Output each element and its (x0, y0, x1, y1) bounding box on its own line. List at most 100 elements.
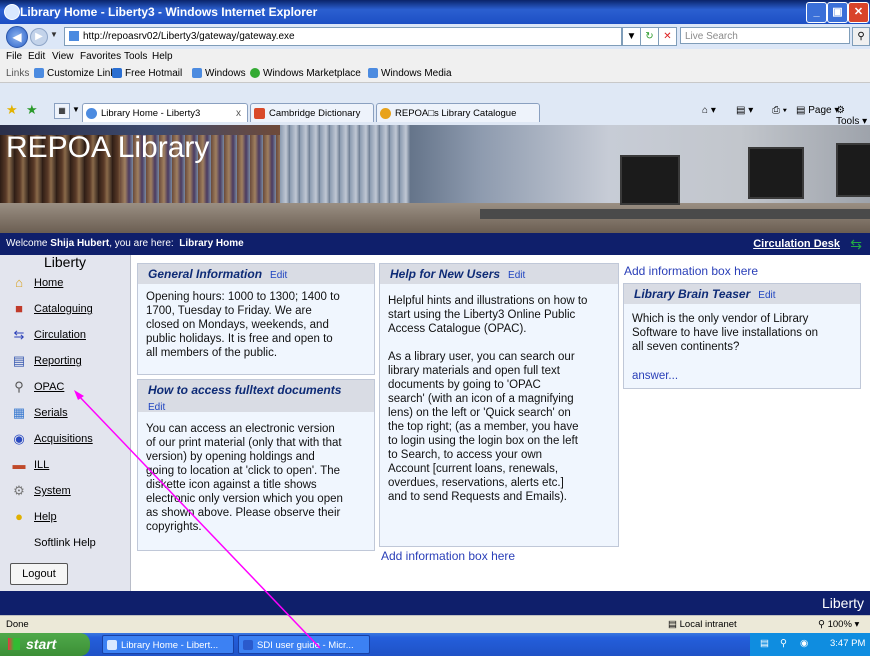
library-banner: REPOA Library (0, 125, 870, 233)
home-icon: ⌂ (15, 275, 23, 290)
sidebar-item-circulation[interactable]: ⇆ Circulation (0, 325, 130, 347)
back-button[interactable]: ◀ (6, 26, 28, 48)
menu-favorites[interactable]: Favorites (80, 51, 121, 62)
history-dropdown-icon[interactable]: ▼ (50, 30, 58, 39)
windows-taskbar: start Library Home - Libert... SDI user … (0, 633, 870, 656)
tab-bar: ★ ★ ▦ ▼ Library Home - Liberty3 x Cambri… (0, 83, 870, 138)
catalogue-icon (380, 108, 391, 119)
sidebar-item-acquisitions[interactable]: ◉ Acquisitions (0, 429, 130, 451)
close-tab-icon[interactable]: x (236, 104, 241, 123)
ie-page-icon (368, 68, 378, 79)
live-search-input[interactable]: Live Search (680, 27, 850, 44)
cataloguing-icon: ■ (15, 301, 23, 316)
search-icon[interactable]: ⚲ (852, 27, 870, 46)
computer-monitor-image (836, 143, 870, 197)
windows-flag-icon (8, 638, 20, 650)
zoom-level[interactable]: ⚲ 100% ▾ (818, 619, 859, 630)
close-window-button[interactable]: ✕ (848, 2, 869, 23)
stop-icon[interactable]: ✕ (658, 27, 677, 46)
ie-page-icon (192, 68, 202, 79)
computer-monitor-image (620, 155, 680, 205)
menu-view[interactable]: View (52, 51, 74, 62)
tab-list-dropdown-icon[interactable]: ▼ (72, 105, 80, 114)
link-customize[interactable]: Customize Links (34, 68, 120, 79)
sidebar-item-cataloguing[interactable]: ■ Cataloguing (0, 299, 130, 321)
opac-search-icon: ⚲ (14, 379, 24, 394)
sidebar-item-system[interactable]: ⚙ System (0, 481, 130, 503)
banner-title: REPOA Library (6, 131, 210, 164)
home-icon[interactable]: ⌂ ▾ (702, 105, 716, 116)
general-information-box: General Information Edit Opening hours: 1… (137, 263, 375, 375)
feeds-icon[interactable]: ▤ ▾ (736, 105, 753, 116)
acquisitions-icon: ◉ (13, 431, 25, 446)
tray-icon[interactable]: ◉ (800, 638, 808, 649)
tray-icon[interactable]: ▤ (760, 638, 769, 649)
logout-button[interactable]: Logout (10, 563, 68, 585)
forward-button[interactable]: ▶ (30, 28, 48, 46)
menu-edit[interactable]: Edit (28, 51, 45, 62)
address-url: http://repoasrv02/Liberty3/gateway/gatew… (83, 31, 295, 42)
ie-logo-icon (4, 4, 20, 20)
circulation-desk-link[interactable]: Circulation Desk (753, 238, 840, 250)
edit-link[interactable]: Edit (758, 290, 775, 301)
tab-repoa-catalogue[interactable]: REPOA□s Library Catalogue (376, 103, 540, 122)
fulltext-documents-box: How to access fulltext documents Edit You… (137, 379, 375, 551)
menu-help[interactable]: Help (152, 51, 173, 62)
circulation-arrows-icon[interactable]: ⇆ (850, 236, 862, 253)
help-bulb-icon: ● (15, 509, 23, 524)
desk-image (480, 209, 870, 219)
answer-link[interactable]: answer... (632, 370, 678, 382)
system-tray: ▤ ⚲ ◉ 3:47 PM (750, 633, 870, 656)
edit-link[interactable]: Edit (270, 270, 287, 281)
sidebar-item-serials[interactable]: ▦ Serials (0, 403, 130, 425)
tray-icon[interactable]: ⚲ (780, 638, 787, 649)
link-marketplace[interactable]: Windows Marketplace (250, 68, 361, 79)
page-menu[interactable]: ▤ Page ▾ (796, 105, 839, 116)
minimize-button[interactable]: _ (806, 2, 827, 23)
link-windows-media[interactable]: Windows Media (368, 68, 452, 79)
link-hotmail[interactable]: Free Hotmail (112, 68, 182, 79)
print-icon[interactable]: ⎙ ▾ (772, 105, 787, 116)
help-for-new-users-box: Help for New Users Edit Helpful hints and… (379, 263, 619, 547)
taskbar-ie-window[interactable]: Library Home - Libert... (102, 635, 234, 654)
link-windows[interactable]: Windows (192, 68, 246, 79)
favorites-star-icon[interactable]: ★ (6, 102, 18, 118)
edit-link[interactable]: Edit (148, 402, 165, 413)
address-dropdown-icon[interactable]: ▼ (622, 27, 641, 46)
maximize-button[interactable]: ▣ (827, 2, 848, 23)
menu-file[interactable]: File (6, 51, 22, 62)
window-title-bar[interactable]: Library Home - Liberty3 - Windows Intern… (0, 0, 870, 24)
system-icon: ⚙ (13, 483, 25, 498)
tab-library-home[interactable]: Library Home - Liberty3 x (82, 103, 248, 122)
softlink-help-link[interactable]: Softlink Help (34, 537, 96, 549)
intranet-zone[interactable]: ▤ Local intranet (668, 619, 737, 630)
sidebar-item-help[interactable]: ● Help (0, 507, 130, 529)
tab-cambridge-dictionary[interactable]: Cambridge Dictionary Online:... (250, 103, 374, 138)
sidebar-item-home[interactable]: ⌂ Home (0, 273, 130, 295)
menu-tools[interactable]: Tools (124, 51, 147, 62)
word-icon (243, 640, 253, 650)
address-input[interactable]: http://repoasrv02/Liberty3/gateway/gatew… (64, 27, 622, 46)
reporting-icon: ▤ (12, 353, 26, 368)
sidebar: Liberty ⌂ Home ■ Cataloguing ⇆ Circulati… (0, 255, 131, 591)
dictionary-icon (254, 108, 265, 119)
refresh-icon[interactable]: ↻ (640, 27, 659, 46)
add-information-box-link[interactable]: Add information box here (624, 264, 758, 278)
serials-icon: ▦ (12, 405, 26, 420)
start-button[interactable]: start (0, 633, 90, 656)
add-information-box-link[interactable]: Add information box here (381, 549, 515, 563)
ie-page-icon (86, 108, 97, 119)
tools-menu[interactable]: ⚙ Tools ▾ (836, 105, 870, 127)
welcome-bar: Welcome Shija Hubert, you are here: Libr… (0, 233, 870, 255)
edit-link[interactable]: Edit (508, 270, 525, 281)
quick-tabs-icon[interactable]: ▦ (54, 103, 70, 119)
sidebar-item-reporting[interactable]: ▤ Reporting (0, 351, 130, 373)
page-icon (69, 31, 79, 42)
add-favorites-icon[interactable]: ★ (26, 102, 38, 118)
ill-icon: ▬ (12, 457, 26, 472)
status-bar: Done ▤ Local intranet ⚲ 100% ▾ (0, 615, 870, 634)
library-brain-teaser-box: Library Brain Teaser Edit Which is the on… (623, 283, 861, 389)
sidebar-item-opac[interactable]: ⚲ OPAC (0, 377, 130, 399)
sidebar-item-ill[interactable]: ▬ ILL (0, 455, 130, 477)
taskbar-word-window[interactable]: SDI user guide - Micr... (238, 635, 370, 654)
